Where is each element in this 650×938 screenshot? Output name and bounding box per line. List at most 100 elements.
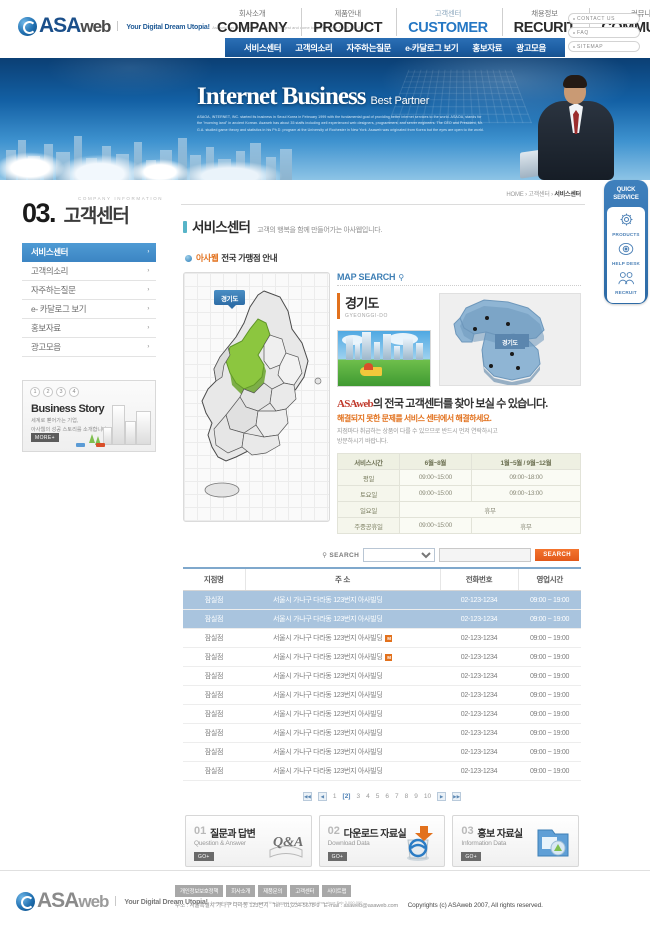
region-desc-line3b: 방문하시기 바랍니다. [337, 439, 388, 446]
pagination-page-5[interactable]: 5 [376, 793, 380, 800]
footer-link-company[interactable]: 회사소개 [226, 885, 256, 897]
sidebar-item-pr-materials[interactable]: 홍보자료 › [22, 319, 156, 338]
util-link-faq[interactable]: FAQ [568, 27, 640, 38]
pagination-page-8[interactable]: 8 [405, 793, 409, 800]
section-label: 전국 가맹점 안내 [221, 253, 278, 263]
search-category-select[interactable] [363, 548, 436, 563]
section-brand: 아사웹 [196, 253, 219, 263]
hours-value: 휴무 [470, 517, 582, 535]
quick-box-download[interactable]: 02 다운로드 자료실 Download Data GO+ [318, 815, 446, 868]
sidebar-item-faq[interactable]: 자주하는질문 › [22, 281, 156, 300]
banner-page-3[interactable]: 3 [56, 387, 66, 397]
footer-email[interactable]: E-mail : asaweb@asaweb.com [324, 903, 398, 909]
banner-more-button[interactable]: MORE+ [31, 433, 59, 442]
nav-item-product[interactable]: 제품안내 PRODUCT [301, 8, 396, 36]
region-desc-line3a: 지점마다 취급하는 상품이 다를 수 있으므로 반드시 먼저 연락하시고 [337, 429, 498, 435]
subnav-item-customer-voice[interactable]: 고객의소리 [295, 42, 333, 54]
sub-navigation: 서비스센터 고객의소리 자주하는질문 e-카달로그 보기 홍보자료 광고모음 [225, 38, 565, 57]
nav-item-company[interactable]: 회사소개 COMPANY [208, 8, 301, 36]
quick-title-line2: SERVICE [613, 194, 639, 201]
korea-map[interactable]: 경기도 [183, 272, 330, 522]
banner-page-1[interactable]: 1 [30, 387, 40, 397]
table-row[interactable]: 잠실점 서울시 가나구 다라동 123번지 아사빌딩 02-123-1234 0… [183, 742, 581, 763]
banner-page-4[interactable]: 4 [69, 387, 79, 397]
table-row[interactable]: 잠실점 서울시 가나구 다라동 123번지 아사빌딩 02-123-1234 0… [183, 609, 581, 630]
map-marker-icon[interactable]: M [385, 654, 393, 662]
breadcrumb-level1[interactable]: 고객센터 [528, 192, 549, 198]
table-row[interactable]: 잠실점 서울시 가나구 다라동 123번지 아사빌딩 M 02-123-1234 … [183, 628, 581, 649]
pagination-page-2[interactable]: [2] [343, 793, 351, 800]
chevron-right-icon: › [147, 325, 149, 331]
sidebar-item-customer-voice[interactable]: 고객의소리 › [22, 262, 156, 281]
search-button[interactable]: SEARCH [535, 549, 579, 562]
quick-item-products[interactable]: PRODUCTS [607, 211, 645, 238]
pagination-next-button[interactable]: ▶ [437, 792, 447, 802]
region-row: 경기도 GYEONGGI-DO 경기도 [337, 293, 581, 387]
hero-banner: Internet Business Best Partner ASAOA, IN… [0, 58, 650, 180]
search-icon: ⚲ [398, 272, 405, 282]
hours-value: 09:00~18:00 [470, 469, 582, 487]
breadcrumb-home[interactable]: HOME [506, 192, 523, 198]
table-row[interactable]: 잠실점 서울시 가나구 다라동 123번지 아사빌딩 02-123-1234 0… [183, 666, 581, 687]
table-row[interactable]: 잠실점 서울시 가나구 다라동 123번지 아사빌딩 02-123-1234 0… [183, 590, 581, 611]
util-link-sitemap[interactable]: SITEMAP [568, 41, 640, 52]
cell-address: 서울시 가나구 다라동 123번지 아사빌딩 [245, 609, 440, 630]
region-desc-line2: 해결되지 못한 문제를 서비스 센터에서 해결하세요. [337, 414, 492, 423]
address-text: 서울시 가나구 다라동 123번지 아사빌딩 [273, 768, 383, 776]
sidebar-item-ads[interactable]: 광고모음 › [22, 338, 156, 357]
subnav-item-service-center[interactable]: 서비스센터 [244, 42, 282, 54]
breadcrumb-current: 서비스센터 [554, 192, 581, 198]
footer-link-product-inquiry[interactable]: 제품문의 [258, 885, 288, 897]
quick-box-qa[interactable]: 01 질문과 답변 Question & Answer GO+ Q&A [185, 815, 312, 868]
box-go-button[interactable]: GO+ [461, 852, 481, 862]
region-detail-map[interactable]: 경기도 [439, 293, 581, 386]
util-link-contact-us[interactable]: CONTACT US [568, 13, 640, 24]
footer-link-customer-center[interactable]: 고객센터 [290, 885, 320, 897]
cell-branch-name: 잠실점 [183, 761, 245, 782]
pagination-page-4[interactable]: 4 [366, 793, 370, 800]
quick-item-recruit[interactable]: RECRUIT [607, 269, 645, 296]
pagination: ◀◀ ◀ 1 [2] 3 4 5 6 7 8 9 10 ▶ ▶▶ [183, 792, 581, 802]
subnav-item-faq[interactable]: 자주하는질문 [346, 42, 391, 54]
sidebar-item-service-center[interactable]: 서비스센터 › [22, 243, 156, 262]
subnav-item-ads[interactable]: 광고모음 [516, 42, 546, 54]
pagination-last-button[interactable]: ▶▶ [452, 792, 462, 802]
table-row[interactable]: 잠실점 서울시 가나구 다라동 123번지 아사빌딩 02-123-1234 0… [183, 704, 581, 725]
footer-link-privacy[interactable]: 개인정보보호정책 [175, 885, 224, 897]
business-story-banner[interactable]: 1 2 3 4 Business Story 세계로 뻗어가는 기업, 아사웹의… [22, 380, 156, 452]
quick-box-info[interactable]: 03 홍보 자료실 Information Data GO+ [452, 815, 580, 868]
box-go-button[interactable]: GO+ [194, 852, 214, 862]
subnav-item-pr-materials[interactable]: 홍보자료 [472, 42, 502, 54]
sidebar-item-ecatalog[interactable]: e- 카달로그 보기 › [22, 300, 156, 319]
pagination-page-9[interactable]: 9 [414, 793, 418, 800]
nav-item-customer[interactable]: 고객센터 CUSTOMER [396, 8, 502, 36]
map-marker-icon[interactable]: M [385, 635, 393, 643]
table-row[interactable]: 잠실점 서울시 가나구 다라동 123번지 아사빌딩 02-123-1234 0… [183, 723, 581, 744]
pagination-prev-button[interactable]: ◀ [317, 792, 327, 802]
banner-page-2[interactable]: 2 [43, 387, 53, 397]
hero-clouds [0, 128, 290, 180]
table-row[interactable]: 잠실점 서울시 가나구 다라동 123번지 아사빌딩 02-123-1234 0… [183, 685, 581, 706]
table-row[interactable]: 잠실점 서울시 가나구 다라동 123번지 아사빌딩 M 02-123-1234 … [183, 647, 581, 668]
box-go-button[interactable]: GO+ [327, 852, 348, 862]
region-desc-rest: 의 전국 고객센터를 찾아 보실 수 있습니다. [372, 398, 548, 410]
box-title: 홍보 자료실 [477, 829, 523, 841]
cell-tel: 02-123-1234 [440, 609, 518, 630]
footer-link-sitemap[interactable]: 사이트맵 [322, 885, 352, 897]
search-input[interactable] [439, 548, 532, 563]
table-row[interactable]: 잠실점 서울시 가나구 다라동 123번지 아사빌딩 02-123-1234 0… [183, 761, 581, 782]
pagination-first-button[interactable]: ◀◀ [302, 792, 312, 802]
subnav-item-ecatalog[interactable]: e-카달로그 보기 [405, 42, 459, 54]
pagination-page-6[interactable]: 6 [385, 793, 389, 800]
breadcrumb-separator: › [551, 192, 553, 198]
quick-link-boxes: 01 질문과 답변 Question & Answer GO+ Q&A 02 다… [183, 815, 581, 868]
pagination-page-3[interactable]: 3 [356, 793, 360, 800]
cell-address: 서울시 가나구 다라동 123번지 아사빌딩 M [245, 628, 440, 649]
pagination-page-10[interactable]: 10 [424, 793, 431, 800]
quick-service-panel: QUICK SERVICE PRODUCTS HELP DESK RECRUIT [604, 180, 648, 304]
quick-item-help-desk[interactable]: HELP DESK [607, 240, 645, 267]
cell-tel: 02-123-1234 [440, 742, 518, 763]
pagination-page-1[interactable]: 1 [333, 793, 337, 800]
logo-globe-icon [16, 891, 35, 911]
pagination-page-7[interactable]: 7 [395, 793, 399, 800]
